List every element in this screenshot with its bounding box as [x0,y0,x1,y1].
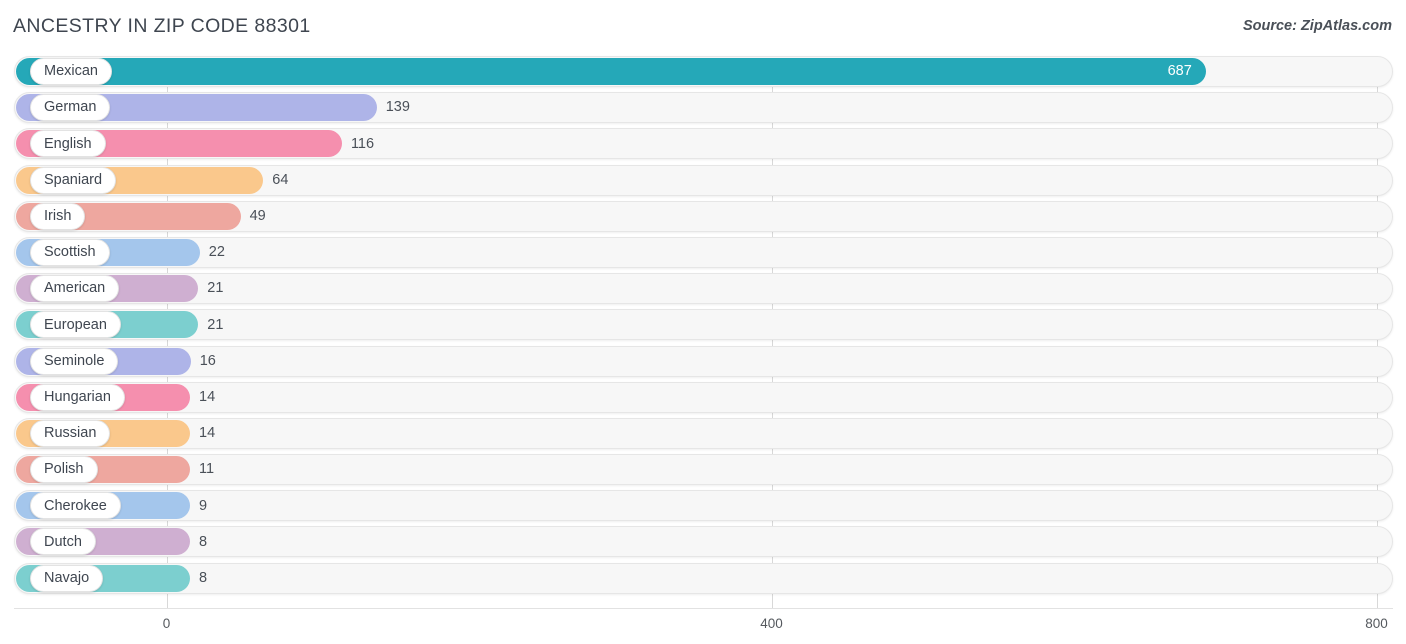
bar-category-pill[interactable]: Scottish [30,238,110,266]
bar-category-label: Dutch [44,533,82,550]
bar-row[interactable]: Polish 11 [0,454,1406,486]
bar-value-label: 8 [199,569,208,586]
bar-category-pill[interactable]: Navajo [30,564,104,592]
bar-value-label: 16 [199,352,216,369]
bar-row[interactable]: German 139 [0,92,1406,124]
bar-value-label: 14 [199,425,216,442]
bar-category-pill[interactable]: European [30,311,121,339]
bar-row[interactable]: English 116 [0,128,1406,160]
chart-page: ANCESTRY IN ZIP CODE 88301 Source: ZipAt… [0,0,1406,644]
bar-value-label: 116 [350,135,375,152]
page-title: ANCESTRY IN ZIP CODE 88301 [13,15,311,37]
bar-category-pill[interactable]: American [30,275,120,303]
bar-value-label: 22 [208,244,225,261]
bar-rows: Mexican 687 German 139 English 116 Spaniard 64 I… [0,56,1406,599]
x-tick-label: 400 [760,616,783,631]
bar-row[interactable]: Navajo 8 [0,562,1406,594]
bar-row[interactable]: Dutch 8 [0,526,1406,558]
bar-value-label: 11 [199,461,215,478]
bar-category-pill[interactable]: Polish [30,456,98,484]
bar-category-pill[interactable]: English [30,130,106,158]
bar-value-label: 8 [199,533,208,550]
bar-category-label: Scottish [44,244,96,261]
bar-row[interactable]: Seminole 16 [0,345,1406,377]
bar-row[interactable]: American 21 [0,273,1406,305]
bar-row[interactable]: Russian 14 [0,417,1406,449]
bar-category-pill[interactable]: Cherokee [30,492,121,520]
bar-row[interactable]: Cherokee 9 [0,490,1406,522]
bar-row[interactable]: European 21 [0,309,1406,341]
bar-track [14,381,1393,413]
x-tick-label: 0 [162,616,171,631]
bar-category-pill[interactable]: German [30,94,111,122]
bar-category-label: European [44,316,107,333]
bar-category-label: Seminole [44,352,105,369]
chart-header: ANCESTRY IN ZIP CODE 88301 Source: ZipAt… [0,0,1406,56]
bar-value-label: 139 [385,99,410,116]
bar-category-label: Polish [44,461,84,478]
bar-track [14,345,1393,377]
bar-track [14,454,1393,486]
bar-category-label: Navajo [44,569,90,586]
bar-category-label: Mexican [44,63,98,80]
bar-track [14,490,1393,522]
bar-row[interactable]: Hungarian 14 [0,381,1406,413]
bar-category-pill[interactable]: Spaniard [30,166,117,194]
bar-category-label: German [44,99,97,116]
bar-category-label: Russian [44,425,97,442]
bar-category-pill[interactable]: Dutch [30,528,96,556]
bar-category-label: American [44,280,106,297]
bar-track [14,562,1393,594]
bar-category-pill[interactable]: Seminole [30,347,119,375]
bar-category-pill[interactable]: Russian [30,419,111,447]
x-tick-label: 800 [1365,616,1388,631]
plot-area: Mexican 687 German 139 English 116 Spaniard 64 I… [0,56,1406,608]
bar-category-label: Spaniard [44,171,103,188]
x-axis: 0 400 800 [0,608,1406,644]
bar-fill[interactable] [16,58,1206,85]
bar-value-label: 49 [249,208,266,224]
bar-value-label: 21 [207,280,224,297]
bar-category-label: English [44,135,92,152]
bar-category-pill[interactable]: Irish [30,202,86,230]
bar-row[interactable]: Mexican 687 [0,56,1406,87]
bar-value-label: 64 [272,171,289,188]
bar-value-label: 687 [1167,63,1192,80]
bar-value-label: 9 [199,497,208,514]
axis-rule [14,608,1393,609]
bar-category-pill[interactable]: Mexican [30,58,112,85]
bar-row[interactable]: Scottish 22 [0,236,1406,268]
bar-category-label: Hungarian [44,388,111,405]
source-attribution: Source: ZipAtlas.com [1242,18,1392,34]
bar-row[interactable]: Spaniard 64 [0,164,1406,196]
bar-category-label: Cherokee [44,497,107,514]
bar-track [14,417,1393,449]
bar-track [14,526,1393,558]
bar-category-pill[interactable]: Hungarian [30,383,125,411]
bar-row[interactable]: Irish 49 [0,200,1406,232]
bar-value-label: 14 [199,388,216,405]
bar-category-label: Irish [44,208,72,224]
bar-value-label: 21 [207,316,224,333]
